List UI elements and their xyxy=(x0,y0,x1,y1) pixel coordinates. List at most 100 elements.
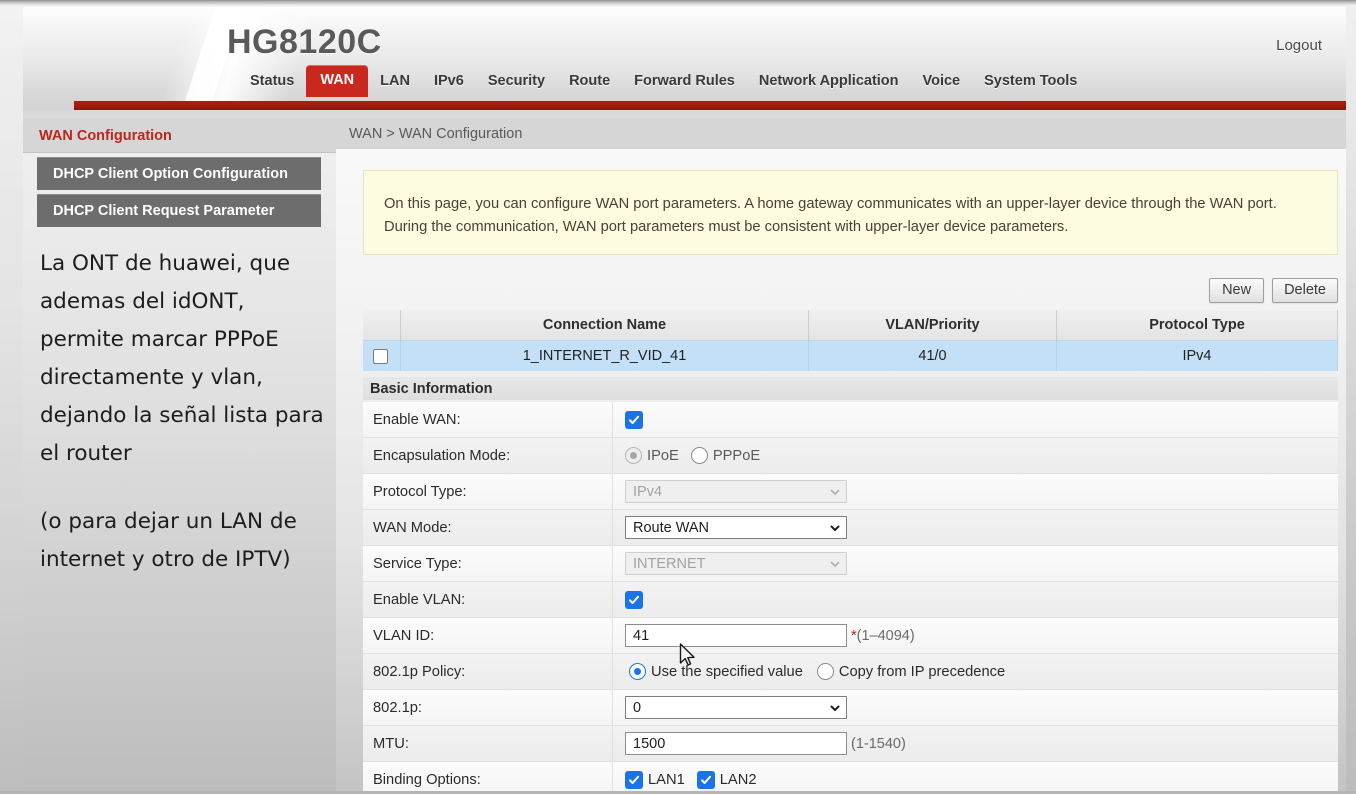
service-type-selected-value: INTERNET xyxy=(633,555,706,572)
mtu-input[interactable]: 1500 xyxy=(625,732,847,755)
delete-button[interactable]: Delete xyxy=(1272,277,1338,303)
breadcrumb-text: WAN > WAN Configuration xyxy=(349,126,523,142)
encapsulation-radio-ipoe[interactable] xyxy=(625,447,642,464)
column-header-connection-name: Connection Name xyxy=(400,310,809,341)
nav-underline-bar xyxy=(74,101,1346,110)
nav-tab-network-application[interactable]: Network Application xyxy=(747,66,911,97)
binding-option-label-lan1: LAN1 xyxy=(648,771,685,788)
wan-mode-selected-value: Route WAN xyxy=(633,519,710,536)
sidebar-item-wan-configuration[interactable]: WAN Configuration xyxy=(23,119,336,153)
8021p-policy-radio-specified[interactable] xyxy=(629,663,646,680)
enable-vlan-checkbox[interactable] xyxy=(625,590,643,609)
enable-wan-checkbox[interactable] xyxy=(625,410,643,429)
8021p-policy-radio-copy[interactable] xyxy=(816,663,834,680)
form-row-protocol-type: Protocol Type: IPv4 xyxy=(363,474,1338,510)
label-wan-mode: WAN Mode: xyxy=(363,510,613,545)
info-banner-text: On this page, you can configure WAN port… xyxy=(384,196,1277,235)
binding-option-label-lan2: LAN2 xyxy=(719,771,757,788)
window-top-edge xyxy=(0,0,1356,7)
value-vlan-id: 41 *(1–4094) xyxy=(613,618,1338,653)
label-enable-vlan: Enable VLAN: xyxy=(363,582,613,617)
form-row-vlan-id: VLAN ID: 41 *(1–4094) xyxy=(363,618,1338,654)
nav-tab-voice[interactable]: Voice xyxy=(911,66,973,97)
encapsulation-radio-pppoe[interactable] xyxy=(690,447,708,464)
value-8021p: 0 xyxy=(613,690,1338,725)
table-row[interactable]: 1_INTERNET_R_VID_41 41/0 IPv4 xyxy=(363,340,1338,371)
nav-tab-wan[interactable]: WAN xyxy=(306,65,369,97)
8021p-select[interactable]: 0 xyxy=(625,696,847,719)
sidebar-item-dhcp-client-option-configuration[interactable]: DHCP Client Option Configuration xyxy=(37,157,321,190)
binding-option-checkbox-lan1[interactable] xyxy=(625,770,643,789)
sidebar-item-label: WAN Configuration xyxy=(39,127,172,144)
nav-tab-lan[interactable]: LAN xyxy=(368,66,422,97)
protocol-type-select: IPv4 xyxy=(625,480,847,503)
nav-tab-security[interactable]: Security xyxy=(476,66,557,97)
binding-option-checkbox-lan2[interactable] xyxy=(696,770,715,789)
encapsulation-label-pppoe: PPPoE xyxy=(712,447,761,464)
value-binding-options: LAN1 LAN2 xyxy=(613,762,1338,794)
nav-tab-status[interactable]: Status xyxy=(238,66,306,97)
service-type-select: INTERNET xyxy=(625,552,847,575)
encapsulation-label-ipoe: IPoE xyxy=(647,447,679,464)
form-row-encapsulation-mode: Encapsulation Mode: IPoE PPPoE xyxy=(363,438,1338,474)
value-service-type: INTERNET xyxy=(613,546,1338,581)
sidebar-item-label: DHCP Client Request Parameter xyxy=(53,203,275,219)
cell-vlan-priority: 41/0 xyxy=(808,340,1057,371)
annotation-paragraph-1: La ONT de huawei, que ademas del idONT, … xyxy=(40,251,324,466)
nav-tab-system-tools[interactable]: System Tools xyxy=(972,66,1089,97)
label-vlan-id: VLAN ID: xyxy=(363,618,613,653)
row-select-checkbox[interactable] xyxy=(373,348,388,364)
breadcrumb: WAN > WAN Configuration xyxy=(336,119,1346,149)
nav-tab-ipv6[interactable]: IPv6 xyxy=(422,66,476,97)
sidebar-menu: WAN Configuration DHCP Client Option Con… xyxy=(23,119,336,227)
form-row-binding-options: Binding Options: LAN1 LAN2 xyxy=(363,762,1338,794)
chevron-down-icon xyxy=(830,489,840,495)
label-protocol-type: Protocol Type: xyxy=(363,474,613,509)
chevron-down-icon xyxy=(830,561,840,567)
column-header-protocol-type: Protocol Type xyxy=(1056,310,1338,341)
browser-page: HG8120C Logout Status WAN LAN IPv6 Secur… xyxy=(0,0,1356,794)
cell-protocol-type: IPv4 xyxy=(1056,340,1338,371)
page-header: HG8120C Logout Status WAN LAN IPv6 Secur… xyxy=(23,7,1346,110)
annotation-note: La ONT de huawei, que ademas del idONT, … xyxy=(40,245,330,579)
8021p-policy-label-copy: Copy from IP precedence xyxy=(838,663,1006,680)
row-select-cell xyxy=(363,340,401,371)
cell-connection-name: 1_INTERNET_R_VID_41 xyxy=(400,340,809,371)
protocol-type-selected-value: IPv4 xyxy=(633,483,663,500)
vlan-id-input[interactable]: 41 xyxy=(625,624,847,647)
sidebar-item-dhcp-client-request-parameter[interactable]: DHCP Client Request Parameter xyxy=(37,194,321,227)
value-mtu: 1500 (1-1540) xyxy=(613,726,1338,761)
annotation-spacer xyxy=(40,473,330,503)
label-binding-options: Binding Options: xyxy=(363,762,613,794)
info-banner: On this page, you can configure WAN port… xyxy=(363,170,1338,255)
label-mtu: MTU: xyxy=(363,726,613,761)
label-encapsulation-mode: Encapsulation Mode: xyxy=(363,438,613,473)
value-enable-wan xyxy=(613,402,1338,437)
new-button[interactable]: New xyxy=(1209,277,1265,303)
form-row-8021p: 802.1p: 0 xyxy=(363,690,1338,726)
value-protocol-type: IPv4 xyxy=(613,474,1338,509)
label-service-type: Service Type: xyxy=(363,546,613,581)
8021p-selected-value: 0 xyxy=(633,699,642,716)
form-row-mtu: MTU: 1500 (1-1540) xyxy=(363,726,1338,762)
nav-tab-route[interactable]: Route xyxy=(557,66,622,97)
page-left-margin xyxy=(0,0,23,794)
chevron-down-icon xyxy=(830,705,840,711)
value-encapsulation-mode: IPoE PPPoE xyxy=(613,438,1338,473)
form-row-enable-vlan: Enable VLAN: xyxy=(363,582,1338,618)
wan-mode-select[interactable]: Route WAN xyxy=(625,516,847,539)
connection-table: Connection Name VLAN/Priority Protocol T… xyxy=(363,310,1338,371)
column-header-select xyxy=(363,310,401,341)
main-navigation: Status WAN LAN IPv6 Security Route Forwa… xyxy=(23,65,1089,97)
mtu-hint: (1-1540) xyxy=(851,735,906,752)
label-enable-wan: Enable WAN: xyxy=(363,402,613,437)
value-8021p-policy: Use the specified value Copy from IP pre… xyxy=(613,654,1338,689)
table-header-row: Connection Name VLAN/Priority Protocol T… xyxy=(363,310,1338,341)
logout-link[interactable]: Logout xyxy=(1276,37,1322,54)
nav-tab-forward-rules[interactable]: Forward Rules xyxy=(622,66,747,97)
value-enable-vlan xyxy=(613,582,1338,617)
section-title-basic-information: Basic Information xyxy=(363,377,1338,400)
product-title: HG8120C xyxy=(227,23,382,61)
form-row-8021p-policy: 802.1p Policy: Use the specified value C… xyxy=(363,654,1338,690)
vlan-id-value: 41 xyxy=(633,627,650,644)
